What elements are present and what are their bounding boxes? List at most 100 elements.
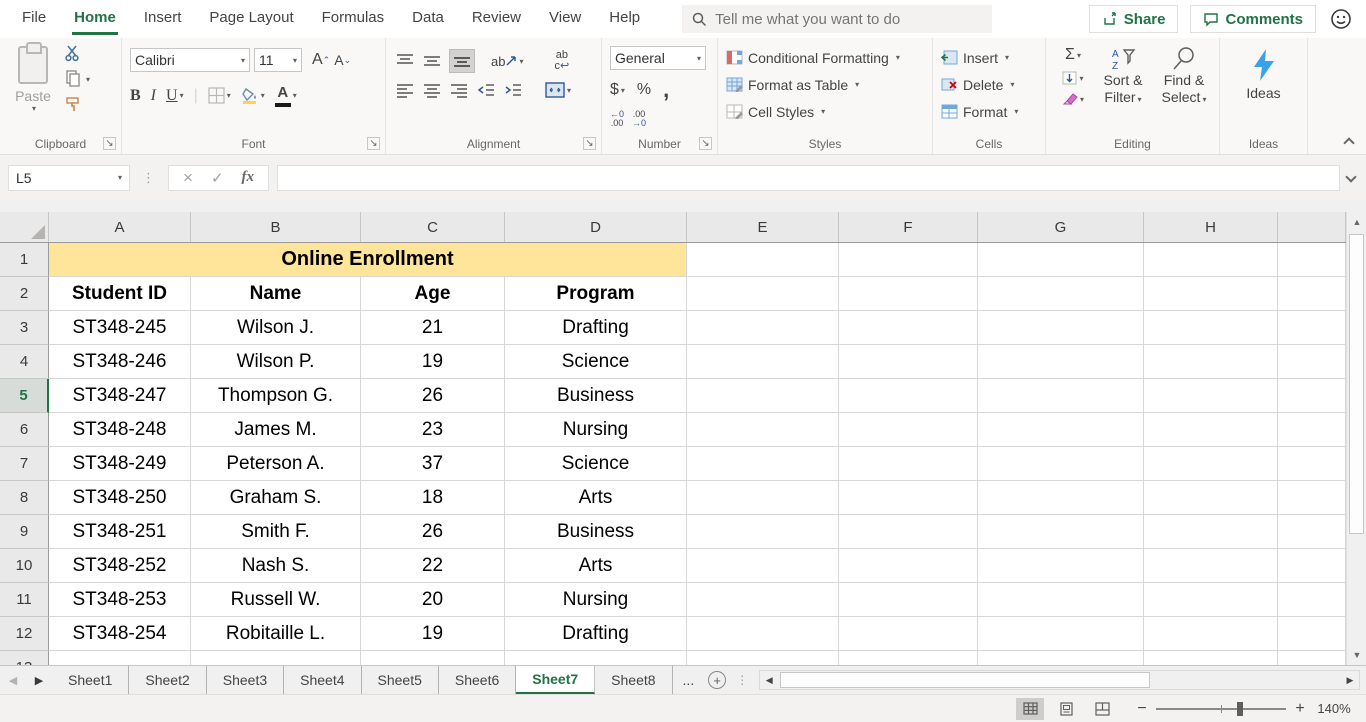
cell-data[interactable]: ST348-249 [49,447,191,481]
column-header-G[interactable]: G [978,212,1144,242]
cell-data[interactable]: ST348-245 [49,311,191,345]
search-input[interactable] [715,10,966,28]
cell-empty[interactable] [839,549,978,583]
clipboard-dialog-launcher[interactable]: ↘ [103,137,116,150]
cell-data[interactable]: Wilson J. [191,311,361,345]
cell-empty[interactable] [1278,311,1346,345]
cell-data[interactable]: Nursing [505,583,687,617]
bold-button[interactable]: B [130,87,141,105]
new-sheet-button[interactable]: + [708,671,727,689]
cell-empty[interactable] [361,651,505,665]
cell-data[interactable]: 26 [361,379,505,413]
cell-data[interactable]: Drafting [505,311,687,345]
cell-data[interactable]: ST348-248 [49,413,191,447]
align-center-button[interactable] [423,82,441,98]
menu-tab-help[interactable]: Help [595,0,654,38]
horizontal-scrollbar[interactable]: ◀ ▶ [759,670,1360,690]
cell-empty[interactable] [978,413,1144,447]
cell-data[interactable]: ST348-253 [49,583,191,617]
conditional-formatting-button[interactable]: Conditional Formatting ▾ [726,44,932,71]
name-box[interactable]: L5 ▾ [8,164,130,191]
formula-input[interactable] [277,164,1340,191]
cell-empty[interactable] [687,379,839,413]
cell-empty[interactable] [1144,413,1278,447]
orientation-button[interactable]: ab ▾ [491,54,523,69]
cell-empty[interactable] [978,345,1144,379]
autosum-button[interactable]: Σ ▾ [1054,46,1092,64]
cell-empty[interactable] [1278,243,1346,277]
vertical-scroll-thumb[interactable] [1349,234,1364,534]
format-painter-button[interactable] [64,96,82,114]
zoom-out-button[interactable]: − [1132,700,1152,718]
increase-indent-button[interactable] [504,82,522,98]
cell-data[interactable]: Robitaille L. [191,617,361,651]
cell-empty[interactable] [49,651,191,665]
cell-header-name[interactable]: Name [191,277,361,311]
cell-data[interactable]: Graham S. [191,481,361,515]
cell-empty[interactable] [839,277,978,311]
font-name-combo[interactable]: Calibri ▾ [130,48,250,72]
page-break-preview-button[interactable] [1088,698,1116,720]
cell-empty[interactable] [978,549,1144,583]
cell-empty[interactable] [978,311,1144,345]
cell-data[interactable]: ST348-246 [49,345,191,379]
cell-data[interactable]: ST348-251 [49,515,191,549]
cell-empty[interactable] [1278,515,1346,549]
cell-data[interactable]: James M. [191,413,361,447]
cell-empty[interactable] [978,481,1144,515]
row-header-4[interactable]: 4 [0,345,49,379]
expand-formula-bar-button[interactable] [1344,171,1358,185]
cell-data[interactable]: 37 [361,447,505,481]
row-header-12[interactable]: 12 [0,617,49,651]
cell-empty[interactable] [687,617,839,651]
delete-cells-button[interactable]: Delete ▾ [941,71,1045,98]
cell-data[interactable]: ST348-254 [49,617,191,651]
cell-empty[interactable] [687,277,839,311]
grow-font-button[interactable]: A ⌃ [312,51,330,69]
menu-tab-file[interactable]: File [8,0,60,38]
cell-empty[interactable] [839,481,978,515]
cell-empty[interactable] [978,617,1144,651]
cell-data[interactable]: Smith F. [191,515,361,549]
cell-empty[interactable] [1278,617,1346,651]
sheet-tab-sheet5[interactable]: Sheet5 [362,666,439,694]
cell-empty[interactable] [839,379,978,413]
cell-data[interactable]: Science [505,447,687,481]
comma-style-button[interactable]: , [663,77,669,103]
wrap-text-button[interactable]: ab c↩ [554,50,569,72]
cell-empty[interactable] [839,311,978,345]
middle-align-button[interactable] [423,53,441,69]
menu-tab-review[interactable]: Review [458,0,535,38]
cell-empty[interactable] [978,515,1144,549]
bottom-align-button[interactable] [449,49,475,73]
tab-scroll-right-button[interactable]: ▶ [26,666,52,694]
zoom-slider[interactable] [1156,701,1286,716]
cell-empty[interactable] [687,413,839,447]
comments-button[interactable]: Comments [1190,5,1316,33]
column-header-F[interactable]: F [839,212,978,242]
format-as-table-button[interactable]: Format as Table ▾ [726,71,932,98]
cell-data[interactable]: 18 [361,481,505,515]
format-cells-button[interactable]: Format ▾ [941,98,1045,125]
column-header-H[interactable]: H [1144,212,1278,242]
cell-data[interactable]: Arts [505,481,687,515]
underline-button[interactable]: U ▾ [166,87,184,105]
cell-data[interactable]: Nash S. [191,549,361,583]
cut-button[interactable] [64,44,82,62]
merge-center-button[interactable]: ▾ [545,82,571,98]
cell-empty[interactable] [1278,345,1346,379]
column-header-B[interactable]: B [191,212,361,242]
cell-empty[interactable] [1144,447,1278,481]
percent-button[interactable]: % [637,81,651,99]
cell-empty[interactable] [1144,243,1278,277]
cell-header-age[interactable]: Age [361,277,505,311]
column-header-C[interactable]: C [361,212,505,242]
align-left-button[interactable] [396,82,414,98]
row-header-9[interactable]: 9 [0,515,49,549]
cell-empty[interactable] [978,243,1144,277]
cell-data[interactable]: 22 [361,549,505,583]
cell-empty[interactable] [1278,651,1346,665]
cell-empty[interactable] [978,447,1144,481]
cell-empty[interactable] [687,515,839,549]
select-all-corner[interactable] [0,212,49,242]
